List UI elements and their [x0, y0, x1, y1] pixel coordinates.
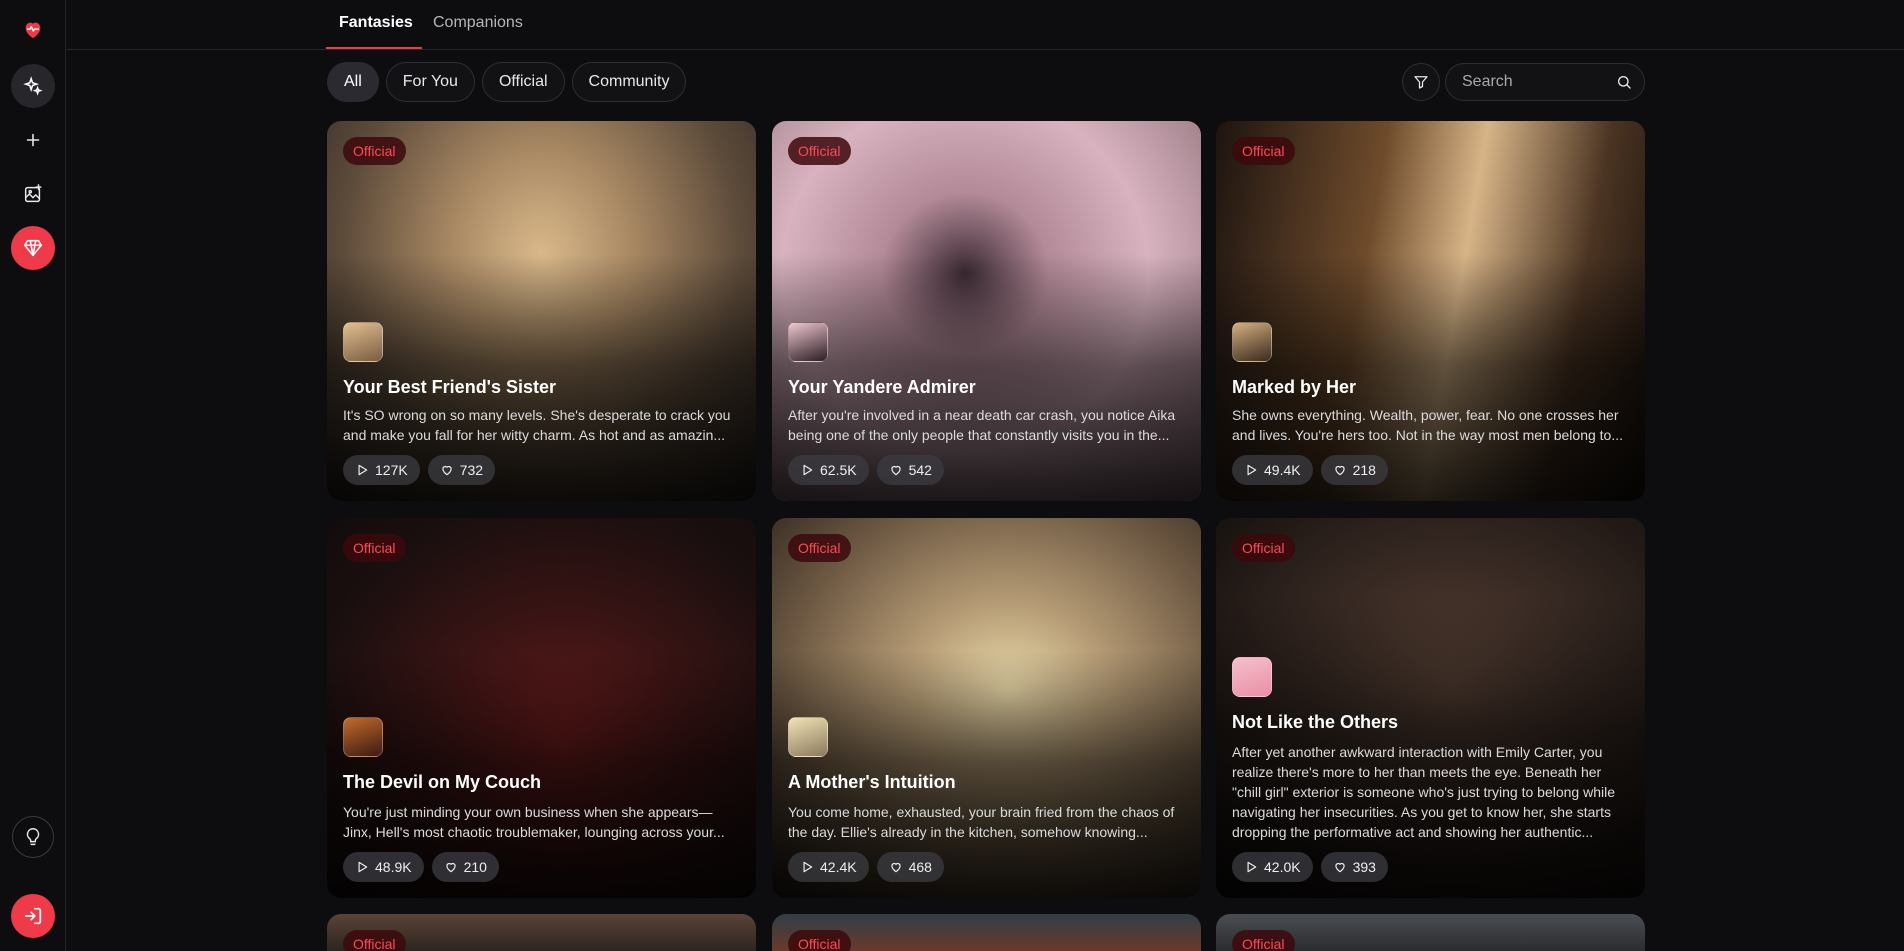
play-count: 42.0K — [1232, 852, 1313, 882]
play-count: 62.5K — [788, 455, 869, 485]
fantasy-card[interactable]: Official Your Yandere Admirer After you'… — [772, 121, 1201, 501]
creator-avatar — [343, 717, 383, 757]
tab-fantasies[interactable]: Fantasies — [339, 14, 413, 32]
fantasy-card[interactable]: Official The Devil on My Couch You're ju… — [327, 518, 756, 898]
official-badge: Official — [1232, 930, 1295, 951]
creator-avatar — [788, 717, 828, 757]
play-icon — [803, 861, 813, 873]
fantasy-card[interactable]: Official A Mother's Intuition You come h… — [772, 518, 1201, 898]
lightbulb-icon[interactable] — [12, 816, 54, 858]
fantasy-card[interactable]: Official — [772, 914, 1201, 951]
search-input[interactable] — [1462, 64, 1612, 100]
sparkles-icon[interactable] — [11, 64, 55, 108]
like-count[interactable]: 393 — [1320, 852, 1388, 882]
filter-chip-for-you[interactable]: For You — [385, 62, 475, 102]
card-title: Your Yandere Admirer — [788, 377, 976, 397]
filter-chips: All For You Official Community — [327, 62, 687, 102]
funnel-icon — [1414, 76, 1428, 89]
creator-avatar — [343, 322, 383, 362]
tab-companions[interactable]: Companions — [433, 14, 523, 32]
filter-button[interactable] — [1402, 63, 1440, 101]
like-count[interactable]: 210 — [431, 852, 499, 882]
play-count: 49.4K — [1232, 455, 1313, 485]
card-description: You come home, exhausted, your brain fri… — [788, 804, 1175, 840]
play-icon — [1247, 861, 1257, 873]
official-badge: Official — [788, 534, 851, 562]
official-badge: Official — [1232, 137, 1295, 165]
filter-chip-all[interactable]: All — [327, 62, 379, 102]
fantasy-card[interactable]: Official Marked by Her She owns everythi… — [1216, 121, 1645, 501]
official-badge: Official — [343, 930, 406, 951]
heart-icon — [890, 465, 901, 476]
creator-avatar — [788, 322, 828, 362]
play-count: 42.4K — [788, 852, 869, 882]
sidebar — [0, 0, 66, 951]
card-title: Your Best Friend's Sister — [343, 377, 557, 397]
heart-icon — [442, 465, 452, 476]
filter-chip-official[interactable]: Official — [481, 62, 565, 102]
like-count[interactable]: 218 — [1320, 455, 1388, 485]
heart-icon — [890, 862, 901, 873]
heart-icon — [1334, 862, 1345, 873]
card-title: A Mother's Intuition — [788, 772, 956, 792]
play-count: 127K — [343, 455, 420, 485]
fantasy-card[interactable]: Official Not Like the Others After yet a… — [1216, 518, 1645, 898]
card-description: She owns everything. Wealth, power, fear… — [1232, 407, 1624, 443]
official-badge: Official — [343, 534, 406, 562]
image-plus-icon[interactable] — [11, 172, 55, 216]
official-badge: Official — [1232, 534, 1295, 562]
filter-chip-community[interactable]: Community — [571, 62, 687, 102]
card-title: Not Like the Others — [1232, 712, 1399, 732]
card-description: After yet another awkward interaction wi… — [1232, 744, 1616, 840]
login-icon[interactable] — [11, 894, 55, 938]
heart-icon — [1334, 465, 1345, 476]
fantasy-card[interactable]: Official Your Best Friend's Sister It's … — [327, 121, 756, 501]
play-icon — [358, 861, 368, 873]
card-title: Marked by Her — [1232, 377, 1357, 397]
play-count: 48.9K — [343, 852, 424, 882]
search-icon[interactable] — [1616, 74, 1632, 90]
official-badge: Official — [788, 137, 851, 165]
card-title: The Devil on My Couch — [343, 772, 542, 792]
heart-icon — [445, 862, 456, 873]
card-description: You're just minding your own business wh… — [343, 804, 725, 840]
play-icon — [1247, 464, 1257, 476]
play-icon — [803, 464, 813, 476]
like-count[interactable]: 542 — [876, 455, 944, 485]
plus-icon[interactable] — [11, 118, 55, 162]
creator-avatar — [1232, 322, 1272, 362]
top-tab-bar: Fantasies Companions — [66, 0, 1904, 50]
fantasy-card[interactable]: Official — [1216, 914, 1645, 951]
fantasy-card[interactable]: Official — [327, 914, 756, 951]
active-tab-indicator — [326, 47, 422, 49]
like-count[interactable]: 732 — [427, 455, 496, 485]
official-badge: Official — [343, 137, 406, 165]
gem-icon[interactable] — [11, 226, 55, 270]
creator-avatar — [1232, 657, 1272, 697]
card-description: After you're involved in a near death ca… — [788, 407, 1176, 443]
official-badge: Official — [788, 930, 851, 951]
search-box — [1445, 63, 1645, 101]
card-description: It's SO wrong on so many levels. She's d… — [343, 407, 731, 443]
like-count[interactable]: 468 — [876, 852, 944, 882]
logo-heart-pulse-icon[interactable] — [11, 8, 55, 52]
play-icon — [358, 464, 368, 476]
